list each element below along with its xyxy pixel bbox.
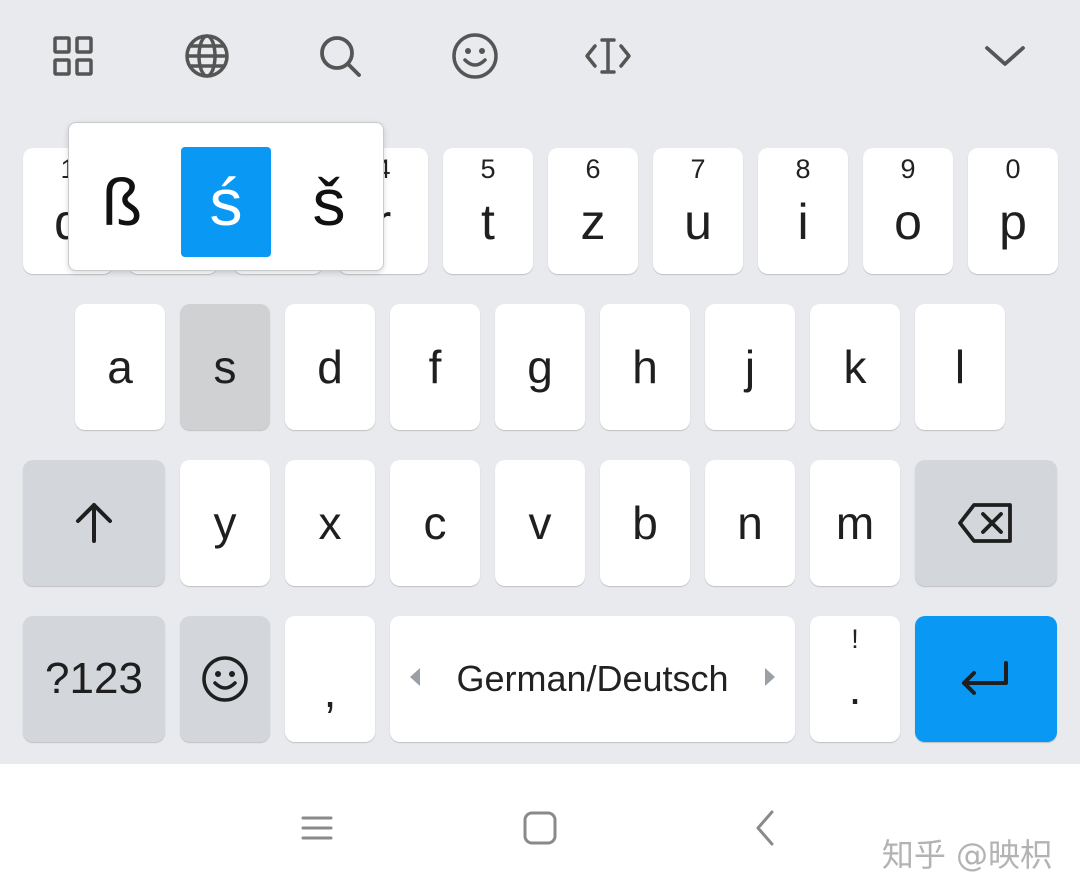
language-label: German/Deutsch <box>456 658 729 699</box>
key-label: l <box>954 341 966 393</box>
key-y[interactable]: y <box>180 460 270 586</box>
menu-icon[interactable] <box>293 804 341 852</box>
grid-icon[interactable] <box>47 30 99 82</box>
key-label: d <box>317 341 343 393</box>
key-label: c <box>423 497 447 549</box>
right-arrow-icon <box>765 668 775 686</box>
left-arrow-icon <box>410 668 420 686</box>
globe-icon[interactable] <box>181 30 233 82</box>
key-label: b <box>632 497 658 549</box>
back-icon[interactable] <box>742 804 790 852</box>
key-g[interactable]: g <box>495 304 585 430</box>
symbols-key[interactable]: ?123 <box>23 616 165 742</box>
key-s[interactable]: s <box>180 304 270 430</box>
search-icon[interactable] <box>314 30 366 82</box>
key-label: g <box>527 341 553 393</box>
backspace-icon <box>958 503 1012 543</box>
key-c[interactable]: c <box>390 460 480 586</box>
key-hint: 5 <box>480 154 496 184</box>
key-hint: 0 <box>1005 154 1021 184</box>
key-d[interactable]: d <box>285 304 375 430</box>
key-label: v <box>528 497 552 549</box>
enter-icon <box>962 661 1008 695</box>
accent-option-selected[interactable]: ś <box>181 147 271 257</box>
key-hint: 8 <box>795 154 811 184</box>
key-v[interactable]: v <box>495 460 585 586</box>
key-hint: ! <box>851 624 859 654</box>
key-label: f <box>428 341 442 393</box>
accent-option[interactable]: ß <box>77 147 167 257</box>
space-key[interactable]: German/Deutsch <box>390 616 795 742</box>
comma-label: , <box>323 665 337 717</box>
accent-popup: ß ś š <box>68 122 384 271</box>
key-label: h <box>632 341 658 393</box>
key-j[interactable]: j <box>705 304 795 430</box>
keyboard-toolbar <box>0 0 1080 115</box>
key-label: n <box>737 497 763 549</box>
key-x[interactable]: x <box>285 460 375 586</box>
key-label: s <box>213 341 237 393</box>
key-a[interactable]: a <box>75 304 165 430</box>
enter-key[interactable] <box>915 616 1057 742</box>
emoji-icon <box>202 656 248 702</box>
key-z[interactable]: 6 z <box>548 148 638 274</box>
key-i[interactable]: 8 i <box>758 148 848 274</box>
navigation-bar: 知乎 @映枳 <box>0 764 1080 893</box>
key-t[interactable]: 5 t <box>443 148 533 274</box>
key-label: a <box>107 341 133 393</box>
accent-option[interactable]: š <box>284 147 374 257</box>
key-label: t <box>481 194 495 250</box>
key-label: k <box>843 341 867 393</box>
key-l[interactable]: l <box>915 304 1005 430</box>
home-icon[interactable] <box>516 804 564 852</box>
period-key[interactable]: ! . <box>810 616 900 742</box>
emoji-key[interactable] <box>180 616 270 742</box>
text-cursor-icon[interactable] <box>582 30 634 82</box>
key-p[interactable]: 0 p <box>968 148 1058 274</box>
key-o[interactable]: 9 o <box>863 148 953 274</box>
key-f[interactable]: f <box>390 304 480 430</box>
key-label: m <box>835 497 875 549</box>
key-hint: 9 <box>900 154 916 184</box>
backspace-key[interactable] <box>915 460 1057 586</box>
shift-key[interactable] <box>23 460 165 586</box>
emoji-icon[interactable] <box>449 30 501 82</box>
key-label: u <box>684 194 712 250</box>
key-label: o <box>894 194 922 250</box>
key-label: i <box>797 194 809 250</box>
key-label: x <box>318 497 342 549</box>
symbols-label: ?123 <box>45 654 143 703</box>
key-b[interactable]: b <box>600 460 690 586</box>
key-u[interactable]: 7 u <box>653 148 743 274</box>
key-label: y <box>213 497 237 549</box>
key-label: p <box>999 194 1027 250</box>
key-label: j <box>744 341 756 393</box>
key-n[interactable]: n <box>705 460 795 586</box>
key-m[interactable]: m <box>810 460 900 586</box>
key-h[interactable]: h <box>600 304 690 430</box>
arrow-up-icon <box>76 503 112 543</box>
comma-key[interactable]: , <box>285 616 375 742</box>
key-label: z <box>580 194 606 250</box>
key-k[interactable]: k <box>810 304 900 430</box>
key-hint: 6 <box>585 154 601 184</box>
watermark: 知乎 @映枳 <box>881 836 1052 874</box>
period-label: . <box>848 662 862 714</box>
key-hint: 7 <box>690 154 706 184</box>
chevron-down-icon[interactable] <box>979 30 1031 82</box>
